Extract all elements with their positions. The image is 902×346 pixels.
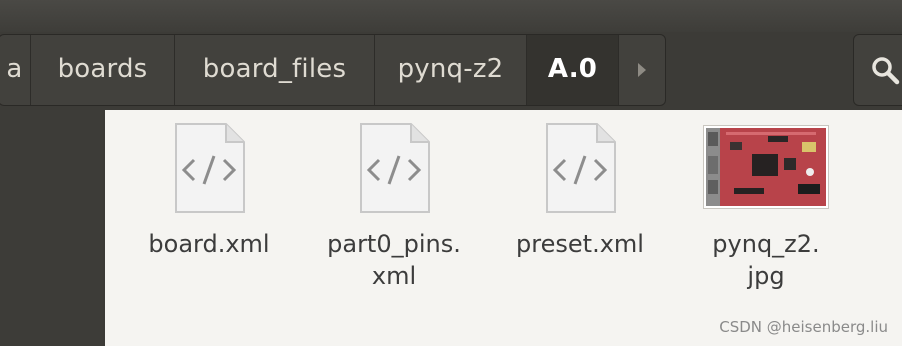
image-thumbnail	[703, 125, 829, 209]
chevron-right-icon	[638, 63, 646, 77]
circuit-board-image	[706, 128, 826, 206]
xml-file-icon	[546, 123, 616, 213]
file-name: preset.xml	[516, 230, 644, 258]
file-item-part0-pins-xml[interactable]: part0_pins. xml	[314, 120, 474, 292]
search-icon	[872, 57, 900, 85]
file-name: board.xml	[148, 230, 270, 258]
sidebar	[0, 110, 103, 346]
file-item-board-xml[interactable]: board.xml	[129, 120, 289, 260]
toolbar: a boards board_files pynq-z2 A.0	[0, 32, 902, 110]
file-item-pynq-z2-jpg[interactable]: pynq_z2. jpg	[686, 120, 846, 292]
breadcrumb-item-parent[interactable]: a	[0, 35, 31, 105]
file-view: board.xml part0_pins. xml preset.xml pyn…	[105, 110, 902, 346]
breadcrumb-item-current[interactable]: A.0	[527, 35, 619, 105]
breadcrumb-item-board-files[interactable]: board_files	[175, 35, 375, 105]
xml-file-icon	[360, 123, 430, 213]
window-titlebar	[0, 0, 902, 32]
file-name: part0_pins. xml	[327, 230, 461, 290]
xml-file-icon	[175, 123, 245, 213]
watermark: CSDN @heisenberg.liu	[719, 318, 888, 336]
search-button[interactable]	[853, 34, 902, 106]
breadcrumb: a boards board_files pynq-z2 A.0	[0, 34, 666, 106]
breadcrumb-item-pynq-z2[interactable]: pynq-z2	[375, 35, 527, 105]
breadcrumb-forward-button[interactable]	[619, 35, 665, 105]
breadcrumb-item-boards[interactable]: boards	[31, 35, 175, 105]
file-item-preset-xml[interactable]: preset.xml	[500, 120, 660, 260]
file-name: pynq_z2. jpg	[712, 230, 820, 290]
